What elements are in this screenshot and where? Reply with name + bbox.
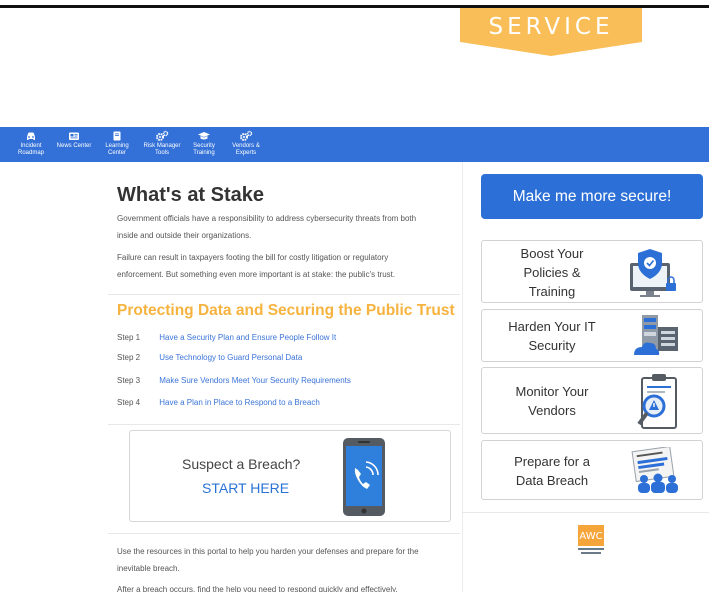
intro-paragraph-line: enforcement. But something even more imp…: [117, 270, 396, 279]
nav-item-news-center[interactable]: News Center: [52, 130, 96, 150]
nav-label: Security Training: [193, 143, 215, 156]
intro-paragraph-line: Government officials have a responsibili…: [117, 214, 417, 223]
awc-logo: AWC: [578, 525, 604, 554]
step-link[interactable]: Have a Plan in Place to Respond to a Bre…: [159, 398, 320, 407]
step-item: Step 1 Have a Security Plan and Ensure P…: [117, 333, 336, 345]
boost-policies-card[interactable]: Boost Your Policies & Training: [481, 240, 703, 303]
resources-paragraph-line: After a breach occurs, find the help you…: [117, 585, 398, 592]
step-number: Step 2: [117, 353, 141, 362]
start-here-link[interactable]: START HERE: [202, 480, 289, 496]
section-heading: Protecting Data and Securing the Public …: [117, 302, 455, 319]
newspaper-icon: [69, 132, 79, 140]
card-label: Harden Your IT Security: [508, 319, 596, 353]
column-separator: [462, 162, 463, 592]
nav-label: Vendors & Experts: [232, 143, 260, 156]
step-number: Step 1: [117, 333, 141, 342]
harden-it-card[interactable]: Harden Your IT Security: [481, 309, 703, 362]
step-number: Step 4: [117, 398, 141, 407]
car-icon: [27, 132, 35, 140]
page-title: What's at Stake: [117, 184, 265, 206]
gears-icon: [240, 130, 253, 141]
step-item: Step 3 Make Sure Vendors Meet Your Secur…: [117, 376, 351, 388]
book-icon: [113, 131, 121, 141]
prepare-data-breach-card[interactable]: Prepare for a Data Breach: [481, 440, 703, 500]
section-divider: [108, 294, 460, 295]
main-navbar: Incident Roadmap News Center Learning Ce…: [0, 127, 709, 162]
make-me-more-secure-button[interactable]: Make me more secure!: [481, 174, 703, 219]
breach-card-title: Suspect a Breach?: [182, 456, 301, 472]
step-item: Step 2 Use Technology to Guard Personal …: [117, 353, 302, 365]
intro-paragraph-line: inside and outside their organizations.: [117, 231, 252, 240]
clipboard-magnifier-icon: [637, 374, 677, 429]
step-link[interactable]: Make Sure Vendors Meet Your Security Req…: [159, 376, 351, 385]
step-link[interactable]: Use Technology to Guard Personal Data: [159, 353, 302, 362]
awc-logo-text: AWC: [579, 531, 602, 542]
nav-label: News Center: [56, 143, 92, 149]
nav-item-incident-roadmap[interactable]: Incident Roadmap: [14, 130, 48, 157]
graduation-cap-icon: [198, 132, 210, 140]
nav-label: Risk Manager Tools: [143, 143, 181, 156]
shield-monitor-icon: [630, 249, 676, 297]
service-banner: SERVICE: [460, 8, 660, 56]
service-banner-text: SERVICE: [488, 14, 614, 40]
card-label: Prepare for a Data Breach: [514, 454, 590, 488]
nav-item-risk-manager-tools[interactable]: Risk Manager Tools: [137, 130, 187, 157]
card-label: Boost Your Policies & Training: [520, 246, 584, 299]
gears-icon: [156, 130, 169, 141]
nav-item-security-training[interactable]: Security Training: [188, 130, 220, 157]
resources-paragraph-line: inevitable breach.: [117, 564, 180, 573]
phone-icon: [343, 438, 385, 516]
intro-paragraph-line: Failure can result in taxpayers footing …: [117, 253, 389, 262]
section-divider: [108, 533, 460, 534]
nav-item-vendors-experts[interactable]: Vendors & Experts: [228, 130, 264, 157]
nav-label: Incident Roadmap: [17, 143, 44, 156]
step-number: Step 3: [117, 376, 141, 385]
resources-paragraph-line: Use the resources in this portal to help…: [117, 547, 419, 556]
card-label: Monitor Your Vendors: [515, 384, 589, 418]
step-item: Step 4 Have a Plan in Place to Respond t…: [117, 398, 320, 410]
step-link[interactable]: Have a Security Plan and Ensure People F…: [159, 333, 336, 342]
sidebar-divider: [462, 512, 709, 513]
suspect-breach-card[interactable]: Suspect a Breach? START HERE: [129, 430, 451, 522]
server-cloud-icon: [634, 315, 678, 355]
monitor-vendors-card[interactable]: Monitor Your Vendors: [481, 367, 703, 434]
newspaper-crowd-icon: [631, 447, 678, 493]
nav-label: Learning Center: [105, 143, 129, 156]
section-divider: [108, 424, 460, 425]
nav-item-learning-center[interactable]: Learning Center: [99, 130, 135, 157]
